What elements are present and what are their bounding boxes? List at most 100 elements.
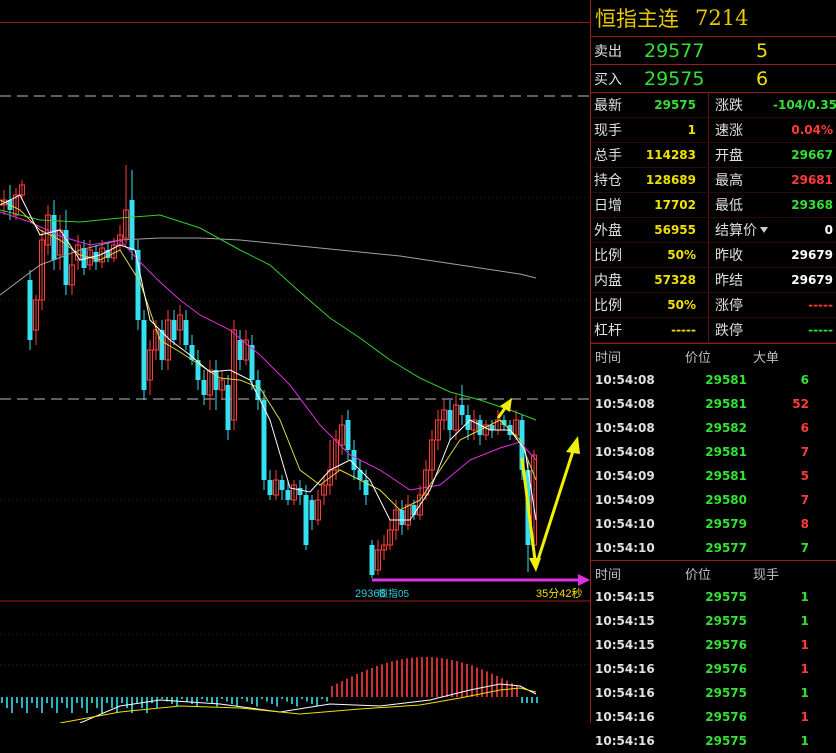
list-item: 10:54:08 29582 6 bbox=[591, 416, 836, 440]
quote-label: 内盘 bbox=[594, 273, 622, 289]
quote-label: 比例 bbox=[594, 298, 622, 314]
row-time: 10:54:09 bbox=[595, 493, 655, 507]
row-qty: 5 bbox=[800, 469, 809, 483]
ask-row[interactable]: 卖出 29577 5 bbox=[591, 37, 836, 65]
quote-label: 最新 bbox=[594, 98, 622, 114]
quote-row: 外盘 56955 结算价 0 bbox=[591, 218, 836, 243]
ask-price: 29577 bbox=[644, 39, 705, 62]
quote-label: 涨跌 bbox=[715, 98, 743, 114]
list-item: 10:54:09 29581 5 bbox=[591, 464, 836, 488]
quote-value: 29679 bbox=[791, 273, 833, 287]
quote-value: ----- bbox=[808, 298, 833, 312]
row-time: 10:54:15 bbox=[595, 614, 655, 628]
candlestick-chart[interactable]: 29368 恒指05 35分42秒 bbox=[0, 0, 590, 723]
row-time: 10:54:10 bbox=[595, 517, 655, 531]
row-price: 29575 bbox=[705, 614, 747, 628]
candle bbox=[369, 540, 375, 578]
row-time: 10:54:15 bbox=[595, 590, 655, 604]
row-time: 10:54:16 bbox=[595, 686, 655, 700]
row-qty: 7 bbox=[800, 493, 809, 507]
list-item: 10:54:08 29581 6 bbox=[591, 368, 836, 392]
quote-label: 持仓 bbox=[594, 173, 622, 189]
bid-volume: 6 bbox=[756, 67, 769, 90]
row-time: 10:54:08 bbox=[595, 373, 655, 387]
list-item: 10:54:15 29575 1 bbox=[591, 585, 836, 609]
row-qty: 7 bbox=[800, 541, 809, 555]
col-time: 时间 bbox=[595, 350, 622, 366]
row-price: 29581 bbox=[705, 445, 747, 459]
list-item: 10:54:10 29577 7 bbox=[591, 536, 836, 560]
quote-value: 50% bbox=[634, 293, 709, 317]
row-time: 10:54:08 bbox=[595, 445, 655, 459]
countdown-label: 35分42秒 bbox=[536, 586, 582, 600]
row-time: 10:54:16 bbox=[595, 662, 655, 676]
quote-value: 1 bbox=[634, 118, 709, 142]
quote-label: 速涨 bbox=[715, 123, 743, 139]
bid-price: 29575 bbox=[644, 67, 705, 90]
quote-row: 最新 29575 涨跌 -104/0.35% bbox=[591, 93, 836, 118]
row-qty: 1 bbox=[800, 662, 809, 676]
row-qty: 7 bbox=[800, 445, 809, 459]
col-price: 价位 bbox=[685, 350, 712, 366]
list-item: 10:54:10 29579 8 bbox=[591, 512, 836, 536]
row-qty: 1 bbox=[800, 614, 809, 628]
axis-label: 恒指05 bbox=[378, 587, 410, 600]
instrument-title: 恒指主连 bbox=[595, 7, 679, 31]
quote-label: 总手 bbox=[594, 148, 622, 164]
candle bbox=[27, 270, 33, 350]
row-time: 10:54:16 bbox=[595, 710, 655, 724]
big-order-list: 10:54:08 29581 6 10:54:08 29581 52 10:54:08 295… bbox=[591, 368, 836, 560]
quote-label: 比例 bbox=[594, 248, 622, 264]
quote-value: 0.04% bbox=[791, 123, 833, 137]
row-price: 29582 bbox=[705, 421, 747, 435]
quote-value: 29368 bbox=[791, 198, 833, 212]
quote-row: 内盘 57328 昨结 29679 bbox=[591, 268, 836, 293]
quote-label: 最高 bbox=[715, 173, 743, 189]
row-price: 29576 bbox=[705, 638, 747, 652]
quote-row: 现手 1 速涨 0.04% bbox=[591, 118, 836, 143]
list-item: 10:54:15 29575 1 bbox=[591, 609, 836, 633]
quote-value: 128689 bbox=[634, 168, 709, 192]
quote-row: 比例 50% 昨收 29679 bbox=[591, 243, 836, 268]
quote-row: 持仓 128689 最高 29681 bbox=[591, 168, 836, 193]
list-item: 10:54:08 29581 7 bbox=[591, 440, 836, 464]
ask-label: 卖出 bbox=[594, 43, 622, 60]
quote-label: 结算价 bbox=[709, 220, 773, 240]
row-qty: 1 bbox=[800, 686, 809, 700]
bid-row[interactable]: 买入 29575 6 bbox=[591, 65, 836, 93]
instrument-header: 恒指主连 7214 bbox=[591, 0, 836, 37]
quote-row: 比例 50% 涨停 ----- bbox=[591, 293, 836, 318]
quote-table: 最新 29575 涨跌 -104/0.35% 现手 1 速涨 0.04% 总手 114283 开盘 2… bbox=[591, 93, 836, 343]
quote-panel: 恒指主连 7214 卖出 29577 5 买入 29575 6 最新 29575 涨… bbox=[590, 0, 836, 748]
list-item: 10:54:09 29580 7 bbox=[591, 488, 836, 512]
row-qty: 52 bbox=[792, 397, 809, 411]
chevron-down-icon[interactable] bbox=[760, 227, 768, 233]
row-price: 29581 bbox=[705, 397, 747, 411]
row-qty: 8 bbox=[800, 517, 809, 531]
quote-value: 0 bbox=[824, 223, 833, 237]
candle bbox=[141, 310, 147, 400]
quote-row: 杠杆 ----- 跌停 ----- bbox=[591, 318, 836, 343]
quote-value: ----- bbox=[808, 323, 833, 337]
ask-volume: 5 bbox=[756, 39, 769, 62]
quote-label: 现手 bbox=[594, 123, 622, 139]
row-price: 29581 bbox=[705, 373, 747, 387]
row-price: 29579 bbox=[705, 517, 747, 531]
quote-label: 昨收 bbox=[715, 248, 743, 264]
quote-value: -104/0.35% bbox=[773, 98, 836, 112]
row-price: 29576 bbox=[705, 710, 747, 724]
quote-label: 杠杆 bbox=[594, 323, 622, 339]
row-time: 10:54:08 bbox=[595, 421, 655, 435]
row-qty: 6 bbox=[800, 421, 809, 435]
quote-value: 50% bbox=[634, 243, 709, 267]
quote-value: 56955 bbox=[634, 218, 709, 242]
col-time: 时间 bbox=[595, 567, 622, 583]
row-price: 29577 bbox=[705, 541, 747, 555]
list-item: 10:54:16 29575 1 bbox=[591, 681, 836, 705]
col-big-order: 大单 bbox=[753, 350, 780, 366]
quote-value: 57328 bbox=[634, 268, 709, 292]
list-item: 10:54:08 29581 52 bbox=[591, 392, 836, 416]
quote-value: 114283 bbox=[634, 143, 709, 167]
row-price: 29575 bbox=[705, 734, 747, 748]
tick-header: 时间 价位 现手 bbox=[591, 560, 836, 585]
